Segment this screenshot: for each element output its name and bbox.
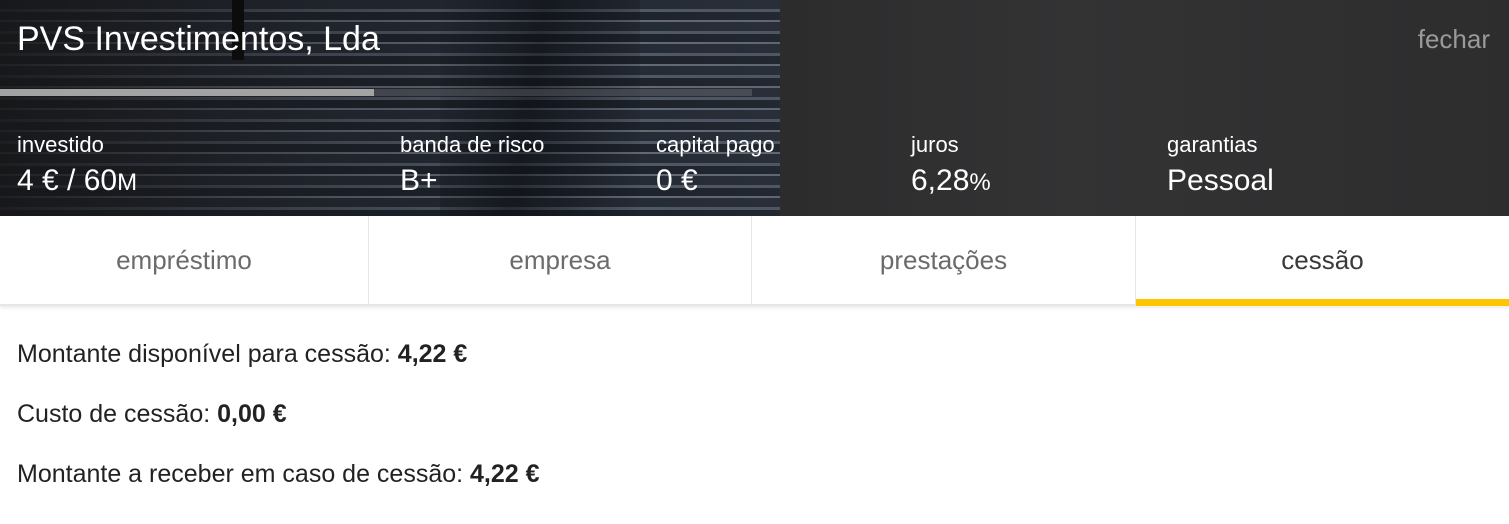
stat-interest-value: 6,28% <box>911 164 991 197</box>
stat-invested-value: 4 € / 60M <box>17 164 138 197</box>
stat-interest: juros 6,28% <box>911 132 991 198</box>
tab-cession[interactable]: cessão <box>1136 216 1509 306</box>
loan-tabs: empréstimo empresa prestações cessão <box>0 216 1509 306</box>
cession-cost-value: 0,00 € <box>217 400 287 428</box>
stat-guarantees-value: Pessoal <box>1167 164 1274 197</box>
stat-invested-label: investido <box>17 132 104 157</box>
tab-loan[interactable]: empréstimo <box>0 216 369 304</box>
tab-installments[interactable]: prestações <box>752 216 1136 304</box>
stat-capital-paid-label: capital pago <box>656 132 775 157</box>
stat-capital-paid: capital pago 0 € <box>656 132 775 198</box>
company-title: PVS Investimentos, Lda <box>17 20 380 58</box>
funding-progress-fill <box>0 89 375 96</box>
stat-risk-band: banda de risco B+ <box>400 132 544 198</box>
cession-panel: Montante disponível para cessão: 4,22 € … <box>0 306 1509 520</box>
stat-capital-paid-value: 0 € <box>656 164 698 197</box>
available-amount-label: Montante disponível para cessão: <box>17 340 398 368</box>
stat-invested: investido 4 € / 60M <box>17 132 137 198</box>
receive-amount-label: Montante a receber em caso de cessão: <box>17 460 471 488</box>
available-amount-value: 4,22 € <box>397 340 468 368</box>
stat-guarantees: garantias Pessoal <box>1167 132 1274 198</box>
stat-interest-unit: % <box>969 169 991 196</box>
stat-interest-label: juros <box>911 132 959 157</box>
receive-amount-value: 4,22 € <box>470 460 540 488</box>
stat-risk-band-label: banda de risco <box>400 132 545 157</box>
stat-invested-unit: M <box>117 169 138 196</box>
stat-guarantees-label: garantias <box>1167 132 1258 157</box>
cession-cost-line: Custo de cessão: 0,00 € <box>17 400 1492 460</box>
stat-risk-band-value: B+ <box>400 164 438 197</box>
loan-header: PVS Investimentos, Lda fechar investido … <box>0 0 1509 216</box>
receive-amount-line: Montante a receber em caso de cessão: 4,… <box>17 460 1492 520</box>
close-button[interactable]: fechar <box>1418 24 1490 55</box>
available-amount-line: Montante disponível para cessão: 4,22 € <box>17 340 1492 400</box>
funding-progress-bar <box>0 89 752 96</box>
cession-cost-label: Custo de cessão: <box>17 400 218 428</box>
tab-company[interactable]: empresa <box>369 216 752 304</box>
